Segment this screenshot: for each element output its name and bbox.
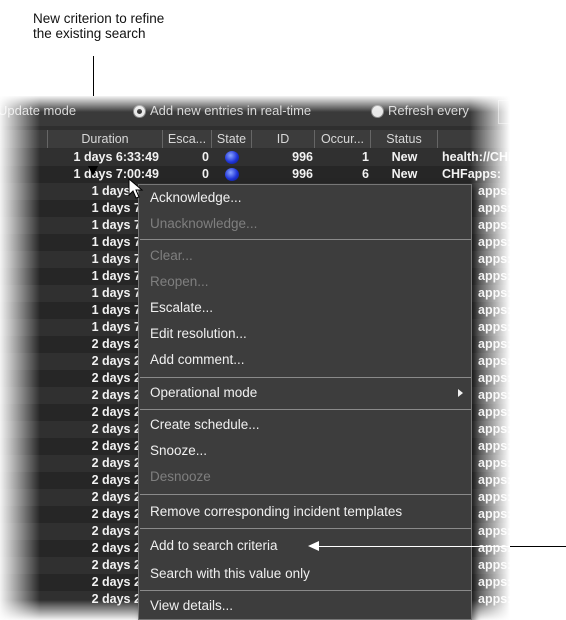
menu-separator bbox=[140, 409, 471, 410]
cell-extra: apps: bbox=[478, 490, 510, 504]
menu-item-clear[interactable]: Clear... bbox=[139, 245, 471, 267]
cell-extra: apps: bbox=[478, 592, 510, 606]
cell-duration: 1 days 6:33:49 bbox=[73, 150, 159, 164]
cell-extra: apps: bbox=[478, 422, 510, 436]
menu-item-snooze[interactable]: Snooze... bbox=[139, 440, 471, 462]
col-header-occurrences[interactable]: Occur... bbox=[315, 130, 371, 148]
cell-extra: apps: bbox=[478, 184, 510, 198]
cell-occurrences: 1 bbox=[362, 150, 369, 164]
menu-item-view-details[interactable]: View details... bbox=[139, 595, 471, 617]
cell-status: New bbox=[391, 167, 418, 181]
cell-extra: apps: bbox=[478, 405, 510, 419]
update-mode-label: Update mode bbox=[0, 103, 77, 118]
callout-top-text: New criterion to refine the existing sea… bbox=[33, 11, 253, 41]
menu-item-operational-mode[interactable]: Operational mode bbox=[139, 382, 471, 404]
col-header-escalation[interactable]: Esca... bbox=[163, 130, 212, 148]
cell-extra: apps: bbox=[478, 252, 510, 266]
callout-arrow-left-icon bbox=[308, 541, 319, 551]
menu-separator bbox=[140, 494, 471, 495]
cell-escalation: 0 bbox=[202, 150, 209, 164]
state-dot-icon bbox=[225, 151, 239, 164]
table-row[interactable]: 1 days 6:33:49 0 996 1 New health://CHF bbox=[0, 149, 510, 166]
cell-extra: apps: bbox=[478, 507, 510, 521]
cell-extra: apps: bbox=[478, 269, 510, 283]
table-header: Duration Esca... State ID Occur... Statu… bbox=[0, 130, 510, 148]
cell-extra: apps: bbox=[478, 286, 510, 300]
callout-line-1: New criterion to refine bbox=[33, 11, 165, 26]
cell-occurrences: 6 bbox=[362, 167, 369, 181]
table-row[interactable]: 1 days 7:00:49 0 996 6 New CHFapps: bbox=[0, 166, 510, 183]
cell-extra: apps: bbox=[478, 354, 510, 368]
menu-item-create-schedule[interactable]: Create schedule... bbox=[139, 414, 471, 436]
menu-separator bbox=[140, 528, 471, 529]
menu-item-reopen[interactable]: Reopen... bbox=[139, 271, 471, 293]
callout-arrow-down-icon bbox=[88, 166, 98, 176]
state-dot-icon bbox=[225, 168, 239, 181]
cell-extra: CHFapps: bbox=[442, 167, 502, 181]
cell-id: 996 bbox=[292, 167, 313, 181]
menu-item-edit-resolution[interactable]: Edit resolution... bbox=[139, 323, 471, 345]
cell-extra: apps: bbox=[478, 456, 510, 470]
cell-id: 996 bbox=[292, 150, 313, 164]
col-header-extra[interactable] bbox=[438, 130, 510, 148]
cell-extra: apps: bbox=[478, 388, 510, 402]
cell-extra: apps: bbox=[478, 201, 510, 215]
cell-extra: apps: bbox=[478, 337, 510, 351]
cell-extra: health://CHF bbox=[442, 150, 510, 164]
menu-item-add-comment[interactable]: Add comment... bbox=[139, 349, 471, 371]
cell-extra: apps: bbox=[478, 371, 510, 385]
realtime-radio[interactable] bbox=[133, 105, 146, 118]
cell-extra: apps: bbox=[478, 558, 510, 572]
col-header-id[interactable]: ID bbox=[252, 130, 315, 148]
toolbar: Update mode Add new entries in real-time… bbox=[0, 96, 510, 126]
col-header-state[interactable]: State bbox=[212, 130, 252, 148]
menu-item-operational-mode-label: Operational mode bbox=[150, 385, 258, 400]
cell-escalation: 0 bbox=[202, 167, 209, 181]
cell-extra: apps: bbox=[478, 235, 510, 249]
menu-item-unacknowledge[interactable]: Unacknowledge... bbox=[139, 213, 471, 235]
cell-extra: apps: bbox=[478, 575, 510, 589]
cell-extra: apps: bbox=[478, 439, 510, 453]
mouse-pointer-icon bbox=[128, 178, 144, 199]
menu-item-escalate[interactable]: Escalate... bbox=[139, 297, 471, 319]
col-header-blank[interactable] bbox=[0, 130, 48, 148]
menu-item-search-only[interactable]: Search with this value only bbox=[139, 563, 471, 585]
cell-extra: apps: bbox=[478, 218, 510, 232]
menu-separator bbox=[140, 590, 471, 591]
refresh-radio[interactable] bbox=[371, 105, 384, 118]
cell-extra: apps: bbox=[478, 320, 510, 334]
realtime-label[interactable]: Add new entries in real-time bbox=[150, 103, 311, 118]
callout-line-2: the existing search bbox=[33, 26, 146, 41]
cell-extra: apps: bbox=[478, 524, 510, 538]
col-header-status[interactable]: Status bbox=[371, 130, 438, 148]
context-menu: Acknowledge... Unacknowledge... Clear...… bbox=[138, 184, 472, 620]
col-header-duration[interactable]: Duration bbox=[48, 130, 163, 148]
cell-extra: apps: bbox=[478, 473, 510, 487]
menu-separator bbox=[140, 239, 471, 240]
cell-extra: apps: bbox=[478, 541, 510, 555]
menu-separator bbox=[140, 377, 471, 378]
cell-status: New bbox=[391, 150, 418, 164]
refresh-interval-field[interactable] bbox=[498, 100, 510, 124]
menu-item-desnooze[interactable]: Desnooze bbox=[139, 466, 471, 488]
menu-item-remove-templates[interactable]: Remove corresponding incident templates bbox=[139, 501, 471, 523]
refresh-label[interactable]: Refresh every bbox=[388, 103, 469, 118]
submenu-arrow-icon bbox=[458, 389, 463, 397]
menu-item-acknowledge[interactable]: Acknowledge... bbox=[139, 187, 471, 209]
callout-pointer-line-outside bbox=[510, 546, 566, 547]
cell-extra: apps: bbox=[478, 303, 510, 317]
